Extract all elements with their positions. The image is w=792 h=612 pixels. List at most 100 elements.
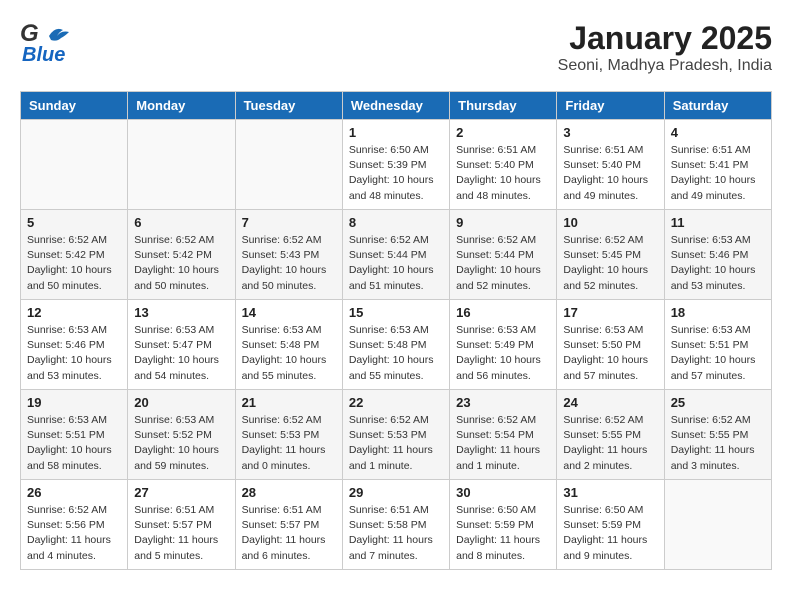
day-number: 18 — [671, 305, 765, 320]
day-number: 12 — [27, 305, 121, 320]
calendar-week-row: 19 Sunrise: 6:53 AMSunset: 5:51 PMDayligh… — [21, 390, 772, 480]
calendar-cell: 31 Sunrise: 6:50 AMSunset: 5:59 PMDayligh… — [557, 480, 664, 570]
day-info: Sunrise: 6:53 AMSunset: 5:50 PMDaylight:… — [563, 323, 657, 384]
calendar-cell: 20 Sunrise: 6:53 AMSunset: 5:52 PMDayligh… — [128, 390, 235, 480]
day-info: Sunrise: 6:52 AMSunset: 5:43 PMDaylight:… — [242, 233, 336, 294]
calendar-title: January 2025 — [558, 20, 772, 57]
day-info: Sunrise: 6:52 AMSunset: 5:53 PMDaylight:… — [242, 413, 336, 474]
calendar-cell: 30 Sunrise: 6:50 AMSunset: 5:59 PMDayligh… — [450, 480, 557, 570]
day-number: 16 — [456, 305, 550, 320]
calendar-cell: 2 Sunrise: 6:51 AMSunset: 5:40 PMDaylight… — [450, 120, 557, 210]
day-info: Sunrise: 6:52 AMSunset: 5:55 PMDaylight:… — [563, 413, 657, 474]
day-number: 3 — [563, 125, 657, 140]
day-info: Sunrise: 6:53 AMSunset: 5:52 PMDaylight:… — [134, 413, 228, 474]
column-header-sunday: Sunday — [21, 92, 128, 120]
day-number: 24 — [563, 395, 657, 410]
day-number: 15 — [349, 305, 443, 320]
calendar-week-row: 1 Sunrise: 6:50 AMSunset: 5:39 PMDaylight… — [21, 120, 772, 210]
calendar-table: SundayMondayTuesdayWednesdayThursdayFrid… — [20, 91, 772, 570]
column-header-saturday: Saturday — [664, 92, 771, 120]
day-info: Sunrise: 6:50 AMSunset: 5:59 PMDaylight:… — [456, 503, 550, 564]
day-number: 4 — [671, 125, 765, 140]
day-number: 2 — [456, 125, 550, 140]
day-number: 19 — [27, 395, 121, 410]
calendar-cell: 17 Sunrise: 6:53 AMSunset: 5:50 PMDayligh… — [557, 300, 664, 390]
day-info: Sunrise: 6:53 AMSunset: 5:46 PMDaylight:… — [671, 233, 765, 294]
day-info: Sunrise: 6:50 AMSunset: 5:59 PMDaylight:… — [563, 503, 657, 564]
day-number: 8 — [349, 215, 443, 230]
day-info: Sunrise: 6:52 AMSunset: 5:44 PMDaylight:… — [456, 233, 550, 294]
calendar-cell: 15 Sunrise: 6:53 AMSunset: 5:48 PMDayligh… — [342, 300, 449, 390]
calendar-cell: 12 Sunrise: 6:53 AMSunset: 5:46 PMDayligh… — [21, 300, 128, 390]
day-number: 26 — [27, 485, 121, 500]
page-header: G Blue January 2025 Seoni, Madhya Prades… — [20, 20, 772, 75]
calendar-cell — [235, 120, 342, 210]
logo-blue-text: Blue — [22, 44, 65, 67]
day-info: Sunrise: 6:53 AMSunset: 5:51 PMDaylight:… — [27, 413, 121, 474]
day-info: Sunrise: 6:52 AMSunset: 5:55 PMDaylight:… — [671, 413, 765, 474]
calendar-subtitle: Seoni, Madhya Pradesh, India — [558, 57, 772, 75]
day-info: Sunrise: 6:53 AMSunset: 5:49 PMDaylight:… — [456, 323, 550, 384]
calendar-cell: 8Sunrise: 6:52 AMSunset: 5:44 PMDaylight… — [342, 210, 449, 300]
calendar-week-row: 5 Sunrise: 6:52 AMSunset: 5:42 PMDaylight… — [21, 210, 772, 300]
day-info: Sunrise: 6:53 AMSunset: 5:47 PMDaylight:… — [134, 323, 228, 384]
day-info: Sunrise: 6:53 AMSunset: 5:51 PMDaylight:… — [671, 323, 765, 384]
column-header-wednesday: Wednesday — [342, 92, 449, 120]
calendar-cell: 3 Sunrise: 6:51 AMSunset: 5:40 PMDaylight… — [557, 120, 664, 210]
calendar-cell: 11 Sunrise: 6:53 AMSunset: 5:46 PMDayligh… — [664, 210, 771, 300]
day-number: 23 — [456, 395, 550, 410]
calendar-cell: 25 Sunrise: 6:52 AMSunset: 5:55 PMDayligh… — [664, 390, 771, 480]
column-header-tuesday: Tuesday — [235, 92, 342, 120]
calendar-cell: 14Sunrise: 6:53 AMSunset: 5:48 PMDayligh… — [235, 300, 342, 390]
day-info: Sunrise: 6:52 AMSunset: 5:42 PMDaylight:… — [134, 233, 228, 294]
calendar-cell: 4 Sunrise: 6:51 AMSunset: 5:41 PMDaylight… — [664, 120, 771, 210]
day-info: Sunrise: 6:52 AMSunset: 5:54 PMDaylight:… — [456, 413, 550, 474]
day-info: Sunrise: 6:51 AMSunset: 5:40 PMDaylight:… — [563, 143, 657, 204]
day-number: 20 — [134, 395, 228, 410]
day-info: Sunrise: 6:51 AMSunset: 5:57 PMDaylight:… — [134, 503, 228, 564]
calendar-cell: 5 Sunrise: 6:52 AMSunset: 5:42 PMDaylight… — [21, 210, 128, 300]
day-info: Sunrise: 6:52 AMSunset: 5:42 PMDaylight:… — [27, 233, 121, 294]
day-info: Sunrise: 6:50 AMSunset: 5:39 PMDaylight:… — [349, 143, 443, 204]
calendar-cell: 9 Sunrise: 6:52 AMSunset: 5:44 PMDaylight… — [450, 210, 557, 300]
calendar-cell: 1 Sunrise: 6:50 AMSunset: 5:39 PMDaylight… — [342, 120, 449, 210]
calendar-cell: 27Sunrise: 6:51 AMSunset: 5:57 PMDayligh… — [128, 480, 235, 570]
day-number: 5 — [27, 215, 121, 230]
calendar-week-row: 12 Sunrise: 6:53 AMSunset: 5:46 PMDayligh… — [21, 300, 772, 390]
calendar-cell: 19 Sunrise: 6:53 AMSunset: 5:51 PMDayligh… — [21, 390, 128, 480]
calendar-cell: 13Sunrise: 6:53 AMSunset: 5:47 PMDayligh… — [128, 300, 235, 390]
column-header-monday: Monday — [128, 92, 235, 120]
calendar-cell: 26 Sunrise: 6:52 AMSunset: 5:56 PMDayligh… — [21, 480, 128, 570]
calendar-cell: 28Sunrise: 6:51 AMSunset: 5:57 PMDayligh… — [235, 480, 342, 570]
calendar-cell — [128, 120, 235, 210]
day-info: Sunrise: 6:51 AMSunset: 5:58 PMDaylight:… — [349, 503, 443, 564]
calendar-cell: 24 Sunrise: 6:52 AMSunset: 5:55 PMDayligh… — [557, 390, 664, 480]
day-number: 31 — [563, 485, 657, 500]
day-number: 11 — [671, 215, 765, 230]
day-info: Sunrise: 6:51 AMSunset: 5:41 PMDaylight:… — [671, 143, 765, 204]
calendar-cell: 23 Sunrise: 6:52 AMSunset: 5:54 PMDayligh… — [450, 390, 557, 480]
column-header-friday: Friday — [557, 92, 664, 120]
calendar-cell: 6Sunrise: 6:52 AMSunset: 5:42 PMDaylight… — [128, 210, 235, 300]
day-number: 17 — [563, 305, 657, 320]
calendar-cell: 29 Sunrise: 6:51 AMSunset: 5:58 PMDayligh… — [342, 480, 449, 570]
calendar-cell — [21, 120, 128, 210]
calendar-week-row: 26 Sunrise: 6:52 AMSunset: 5:56 PMDayligh… — [21, 480, 772, 570]
logo-bird-icon — [41, 22, 71, 46]
logo: G Blue — [20, 20, 71, 67]
day-number: 1 — [349, 125, 443, 140]
day-info: Sunrise: 6:52 AMSunset: 5:56 PMDaylight:… — [27, 503, 121, 564]
day-number: 28 — [242, 485, 336, 500]
calendar-cell: 16 Sunrise: 6:53 AMSunset: 5:49 PMDayligh… — [450, 300, 557, 390]
calendar-cell: 7 Sunrise: 6:52 AMSunset: 5:43 PMDaylight… — [235, 210, 342, 300]
day-number: 21 — [242, 395, 336, 410]
day-number: 25 — [671, 395, 765, 410]
day-number: 30 — [456, 485, 550, 500]
day-info: Sunrise: 6:51 AMSunset: 5:40 PMDaylight:… — [456, 143, 550, 204]
day-number: 9 — [456, 215, 550, 230]
day-number: 29 — [349, 485, 443, 500]
day-number: 7 — [242, 215, 336, 230]
day-info: Sunrise: 6:53 AMSunset: 5:46 PMDaylight:… — [27, 323, 121, 384]
day-info: Sunrise: 6:53 AMSunset: 5:48 PMDaylight:… — [349, 323, 443, 384]
day-info: Sunrise: 6:52 AMSunset: 5:53 PMDaylight:… — [349, 413, 443, 474]
